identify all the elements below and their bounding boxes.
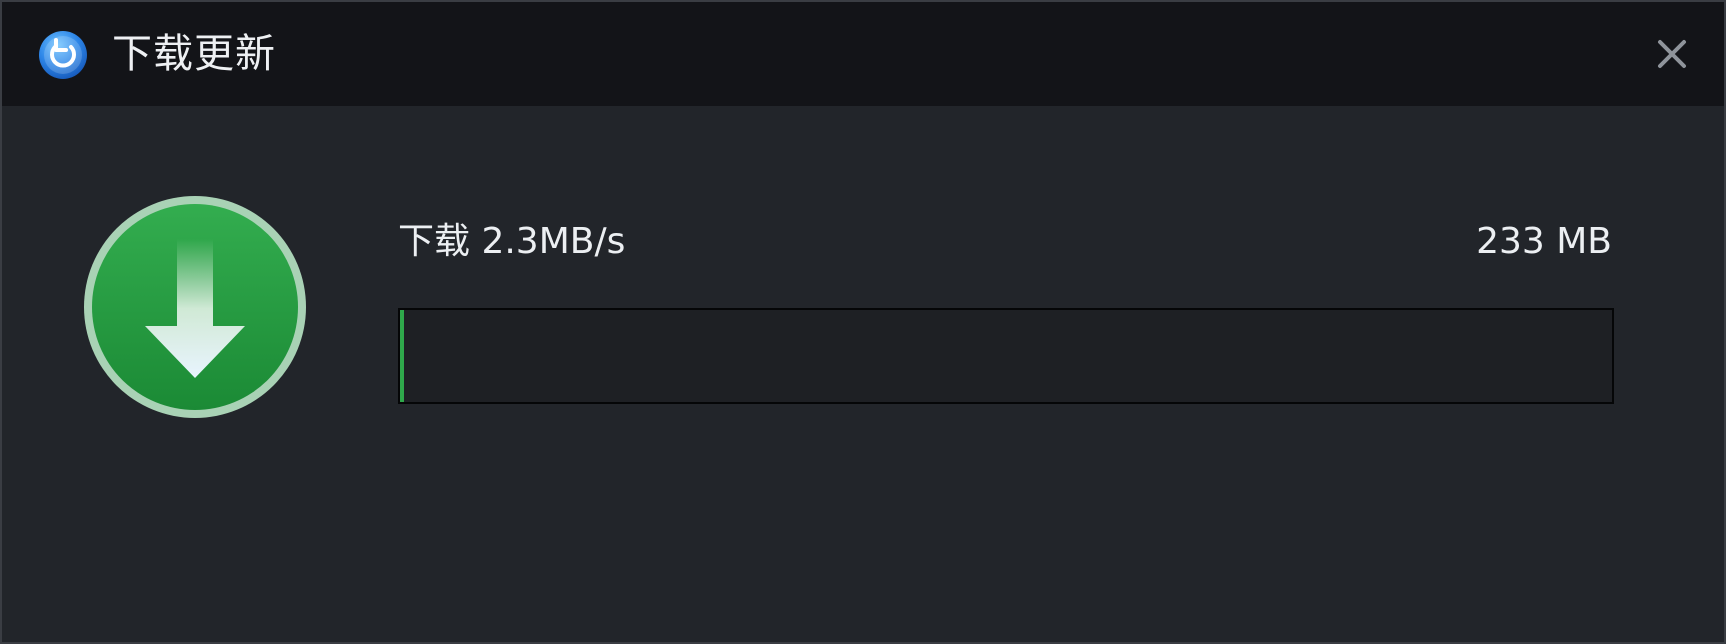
window-title: 下载更新: [112, 31, 276, 77]
download-total-size: 233 MB: [1476, 221, 1612, 262]
download-progress-bar: [398, 308, 1614, 404]
download-speed-label: 下载 2.3MB/s: [398, 221, 626, 262]
title-bar[interactable]: 下载更新: [2, 2, 1724, 106]
refresh-circle-icon: [39, 31, 87, 79]
download-update-window: 下载更新 下载 2.3MB/s 233 MB: [0, 0, 1726, 644]
close-icon[interactable]: [1652, 34, 1692, 74]
download-progress-fill: [400, 310, 404, 402]
download-arrow-icon: [84, 196, 306, 418]
